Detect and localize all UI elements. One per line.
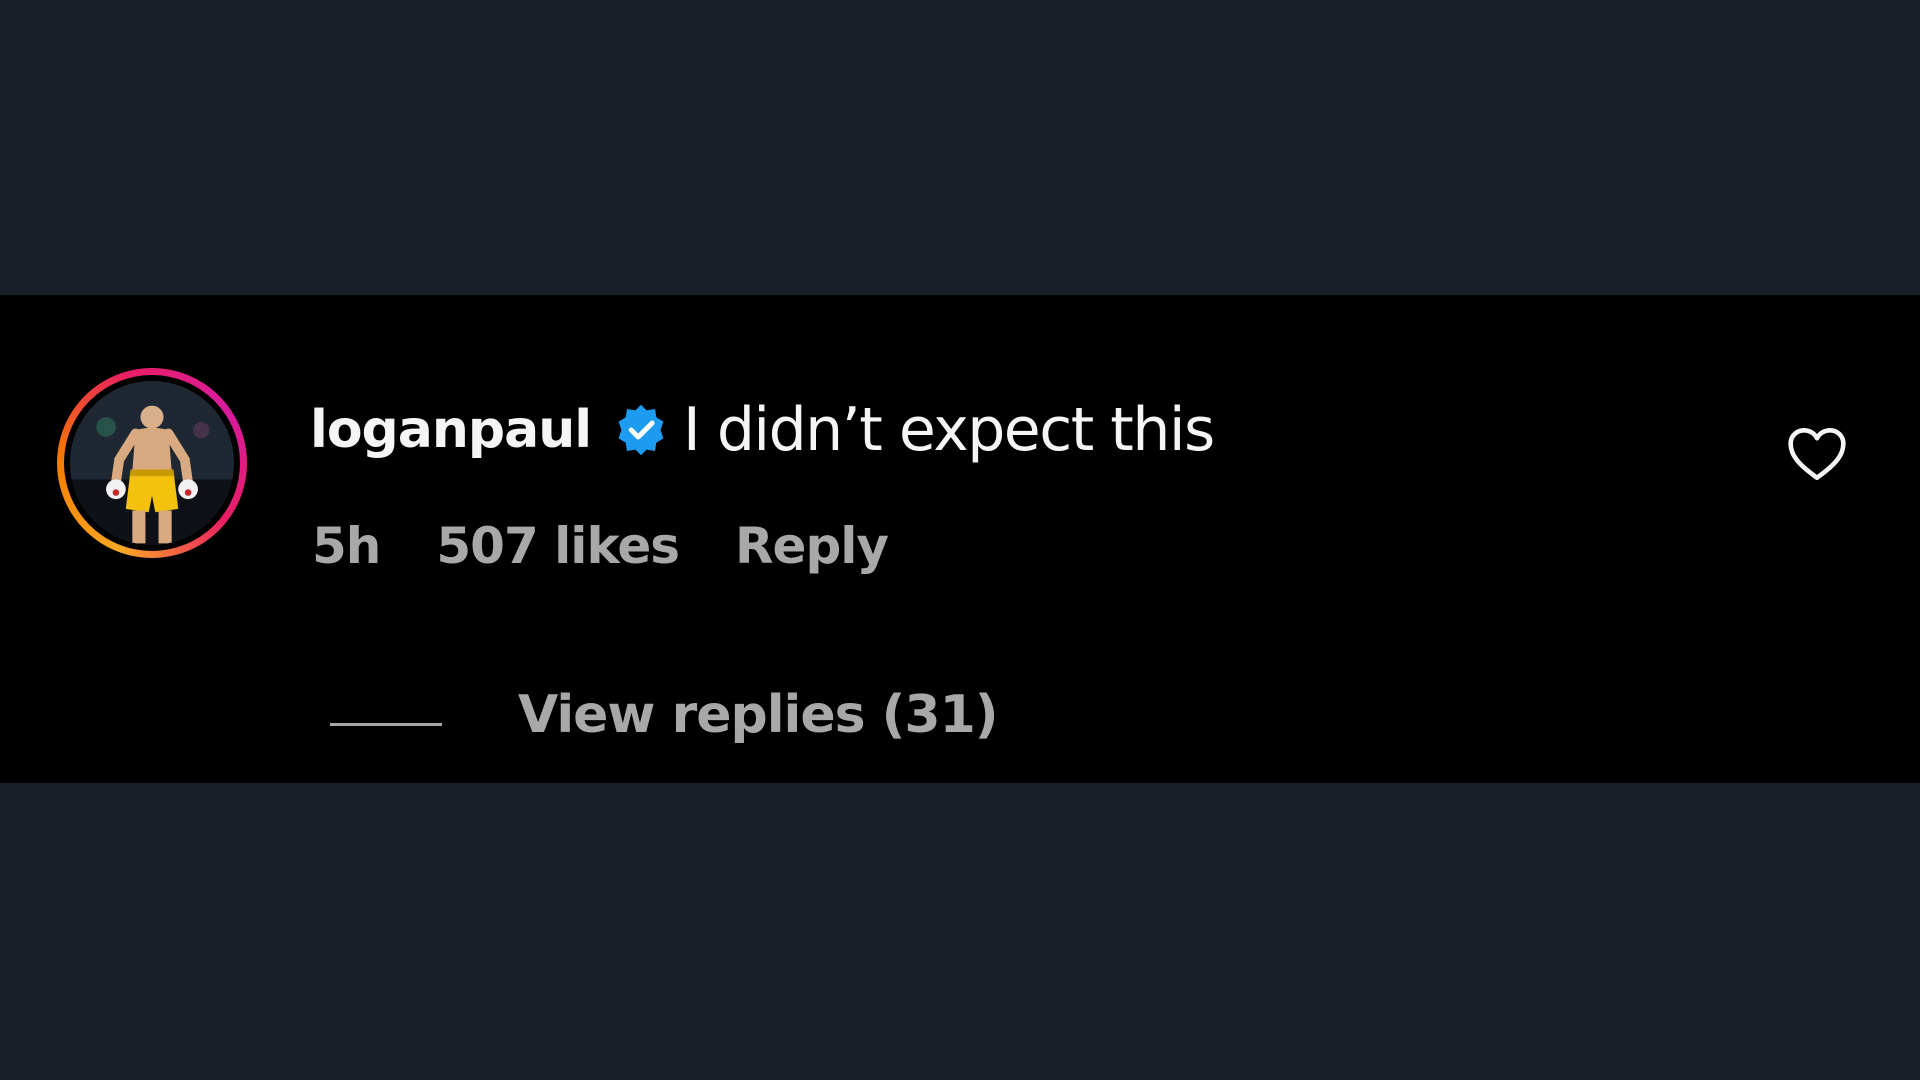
view-replies-button[interactable]: View replies (31)	[518, 685, 999, 745]
username-link[interactable]: loganpaul	[310, 400, 592, 460]
comment-text: I didn’t expect this	[683, 395, 1215, 465]
heart-outline-icon[interactable]	[1785, 425, 1849, 483]
comment-header: loganpaul I didn’t expect this	[310, 395, 1215, 465]
comment-meta: 5h 507 likes Reply	[312, 517, 944, 575]
timestamp[interactable]: 5h	[312, 517, 381, 575]
replies-divider	[330, 723, 442, 726]
story-ring[interactable]	[57, 368, 247, 558]
avatar-frame	[64, 375, 240, 551]
likes-count[interactable]: 507 likes	[436, 517, 680, 575]
avatar[interactable]	[70, 381, 234, 545]
verified-badge-icon	[618, 404, 664, 456]
page: loganpaul I didn’t expect this 5h 507 li…	[0, 0, 1920, 1080]
reply-button[interactable]: Reply	[735, 517, 889, 575]
avatar-boxer-image	[70, 381, 234, 545]
comment-item: loganpaul I didn’t expect this 5h 507 li…	[0, 295, 1920, 783]
